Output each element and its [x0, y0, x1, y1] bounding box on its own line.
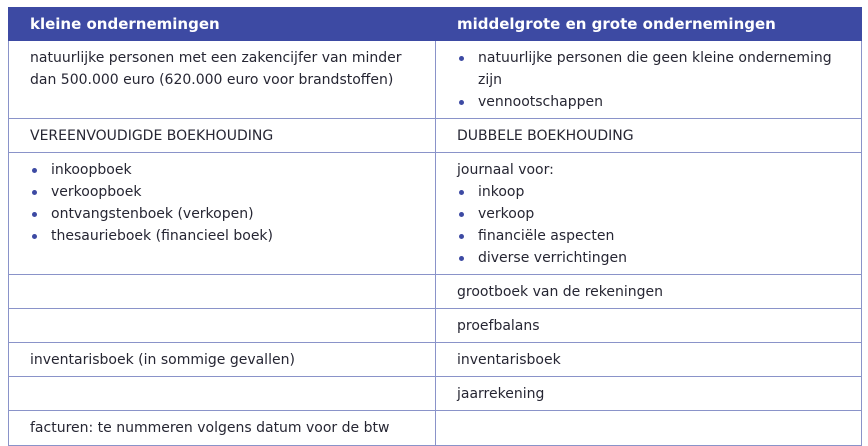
bullet-icon: [32, 168, 37, 173]
table-row-bookkeeping-type: VEREENVOUDIGDE BOEKHOUDING DUBBELE BOEKH…: [8, 118, 862, 153]
table-row-scope: natuurlijke personen met een zakencijfer…: [8, 40, 862, 119]
table-row-inventory: inventarisboek (in sommige gevallen) inv…: [8, 342, 862, 377]
cell-large-scope: natuurlijke personen die geen kleine ond…: [435, 40, 862, 119]
list-item: verkoop: [457, 203, 849, 225]
list-item: ontvangstenboek (verkopen): [30, 203, 423, 225]
list-item: financiële aspecten: [457, 225, 849, 247]
list-item: inkoopboek: [30, 159, 423, 181]
cell-small-inventory: inventarisboek (in sommige gevallen): [8, 342, 436, 377]
table-row-invoices: facturen: te nummeren volgens datum voor…: [8, 410, 862, 446]
large-scope-list: natuurlijke personen die geen kleine ond…: [457, 47, 849, 113]
cell-trial-balance: proefbalans: [435, 308, 862, 343]
list-item: vennootschappen: [457, 91, 849, 113]
cell-large-books: journaal voor: inkoop verkoop financiële…: [435, 152, 862, 275]
list-item: natuurlijke personen die geen kleine ond…: [457, 47, 849, 91]
list-item: inkoop: [457, 181, 849, 203]
table-row-books: inkoopboek verkoopboek ontvangstenboek (…: [8, 152, 862, 275]
bullet-icon: [459, 190, 464, 195]
bullet-icon: [459, 256, 464, 261]
cell-simplified-bookkeeping: VEREENVOUDIGDE BOEKHOUDING: [8, 118, 436, 153]
cell-invoices: facturen: te nummeren volgens datum voor…: [8, 410, 436, 446]
header-small-enterprises: kleine ondernemingen: [8, 7, 436, 41]
table-row-trial-balance: proefbalans: [8, 308, 862, 343]
bullet-icon: [459, 212, 464, 217]
cell-empty: [8, 274, 436, 309]
cell-small-books: inkoopboek verkoopboek ontvangstenboek (…: [8, 152, 436, 275]
table-row-ledger: grootboek van de rekeningen: [8, 274, 862, 309]
cell-small-scope: natuurlijke personen met een zakencijfer…: [8, 40, 436, 119]
journal-list: inkoop verkoop financiële aspecten diver…: [457, 181, 849, 269]
cell-empty: [8, 308, 436, 343]
list-item: verkoopboek: [30, 181, 423, 203]
bullet-icon: [32, 190, 37, 195]
journal-intro: journaal voor:: [457, 162, 554, 178]
bullet-icon: [459, 234, 464, 239]
cell-empty: [435, 410, 862, 446]
cell-annual-accounts: jaarrekening: [435, 376, 862, 411]
table-header-row: kleine ondernemingen middelgrote en grot…: [8, 7, 862, 41]
cell-double-bookkeeping: DUBBELE BOEKHOUDING: [435, 118, 862, 153]
header-medium-large-enterprises: middelgrote en grote ondernemingen: [435, 7, 862, 41]
bullet-icon: [32, 212, 37, 217]
bookkeeping-table-container: kleine ondernemingen middelgrote en grot…: [8, 7, 862, 446]
cell-empty: [8, 376, 436, 411]
table-row-annual-accounts: jaarrekening: [8, 376, 862, 411]
bookkeeping-comparison-table: kleine ondernemingen middelgrote en grot…: [8, 7, 862, 446]
bullet-icon: [459, 56, 464, 61]
bullet-icon: [32, 234, 37, 239]
bullet-icon: [459, 100, 464, 105]
small-books-list: inkoopboek verkoopboek ontvangstenboek (…: [30, 159, 423, 247]
cell-large-inventory: inventarisboek: [435, 342, 862, 377]
small-scope-text: natuurlijke personen met een zakencijfer…: [30, 50, 402, 88]
cell-ledger: grootboek van de rekeningen: [435, 274, 862, 309]
list-item: thesaurieboek (financieel boek): [30, 225, 423, 247]
list-item: diverse verrichtingen: [457, 247, 849, 269]
